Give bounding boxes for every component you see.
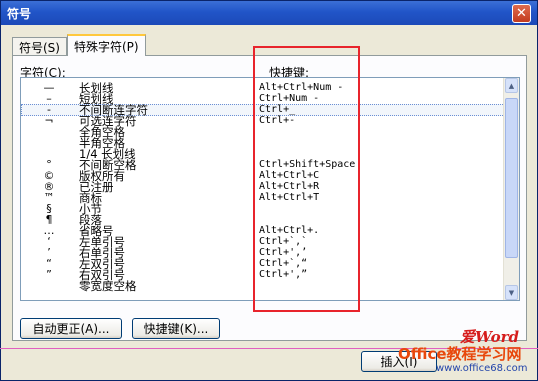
tab-special-characters[interactable]: 特殊字符(P) [66, 34, 146, 56]
special-characters-panel: 字符(C): 快捷键: — 长划线 Alt+Ctrl+Num - – 短划线 Ctrl+N… [12, 55, 527, 341]
window-title: 符号 [7, 6, 32, 21]
tab-symbols-label: 符号(S) [19, 40, 60, 55]
shortcut-key-button-label: 快捷键(K)... [143, 322, 209, 336]
close-icon: ✕ [516, 6, 527, 21]
shortcut-key-button[interactable]: 快捷键(K)... [132, 318, 220, 339]
tab-symbols[interactable]: 符号(S) [12, 37, 67, 56]
tab-special-characters-label: 特殊字符(P) [73, 39, 139, 54]
list-item[interactable]: 零宽度空格 [21, 280, 505, 292]
close-button[interactable]: ✕ [512, 4, 531, 23]
watermark-url: www.office68.com [436, 363, 528, 374]
autocorrect-button[interactable]: 自动更正(A)... [20, 318, 122, 339]
scroll-up-icon: ▲ [508, 81, 515, 90]
scroll-down-button[interactable]: ▼ [505, 285, 518, 300]
scroll-up-button[interactable]: ▲ [505, 78, 518, 93]
tab-strip: 符号(S) 特殊字符(P) [12, 34, 146, 56]
watermark-site-name: Office教程学习网 [398, 345, 522, 363]
list-item-name: 零宽度空格 [79, 279, 137, 293]
scroll-down-icon: ▼ [508, 288, 515, 297]
vertical-scrollbar[interactable]: ▲ ▼ [503, 78, 519, 300]
title-bar: 符号 ✕ [1, 1, 537, 25]
symbol-dialog: 符号 ✕ 符号(S) 特殊字符(P) 字符(C): 快捷键: — 长划线 Alt+C… [0, 0, 538, 381]
autocorrect-button-label: 自动更正(A)... [32, 322, 110, 336]
special-characters-list[interactable]: — 长划线 Alt+Ctrl+Num - – 短划线 Ctrl+Num - - 不间断连字符 C… [20, 77, 520, 301]
scroll-thumb[interactable] [505, 98, 518, 258]
